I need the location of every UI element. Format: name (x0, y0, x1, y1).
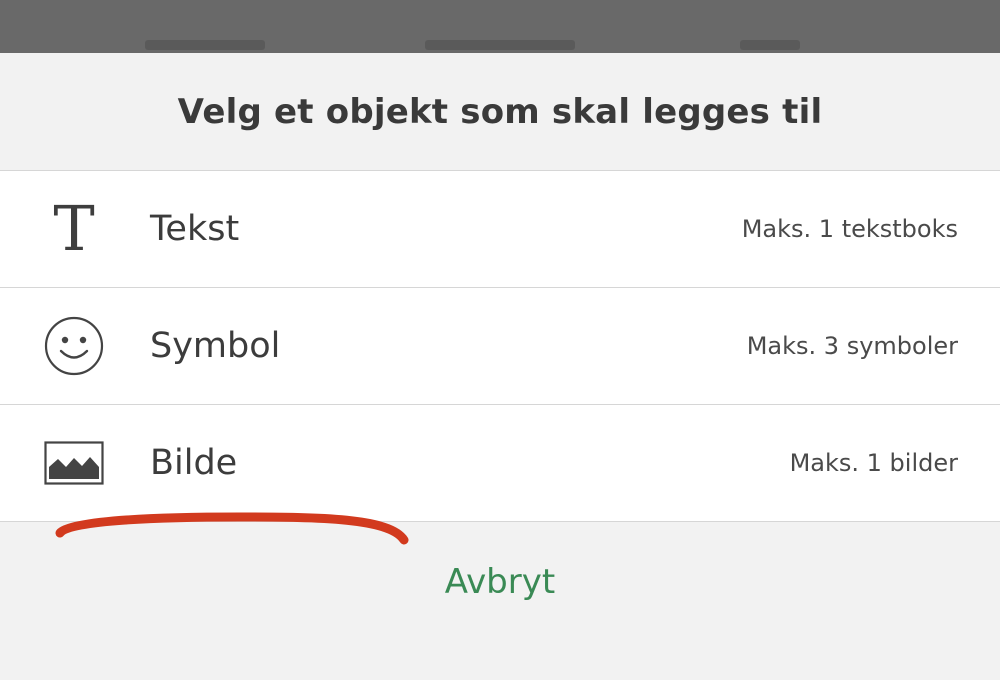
background-tab-blur (740, 40, 800, 50)
cancel-button[interactable]: Avbryt (439, 561, 561, 603)
option-text-label: Tekst (150, 209, 240, 249)
option-list: T Tekst Maks. 1 tekstboks Symbol Maks. 3… (0, 171, 1000, 522)
background-tab-blur (145, 40, 265, 50)
option-image-limit: Maks. 1 bilder (789, 449, 958, 477)
option-symbol[interactable]: Symbol Maks. 3 symboler (0, 288, 1000, 405)
cancel-area: Avbryt (0, 522, 1000, 642)
option-text[interactable]: T Tekst Maks. 1 tekstboks (0, 171, 1000, 288)
background-tab-blur (425, 40, 575, 50)
option-symbol-limit: Maks. 3 symboler (746, 332, 958, 360)
option-symbol-label: Symbol (150, 326, 281, 366)
smiley-icon (44, 316, 104, 376)
option-text-limit: Maks. 1 tekstboks (741, 215, 958, 243)
option-image-label: Bilde (150, 443, 238, 483)
sheet-header: Velg et objekt som skal legges til (0, 53, 1000, 171)
sheet-title: Velg et objekt som skal legges til (177, 91, 823, 132)
text-icon: T (53, 192, 95, 265)
add-object-action-sheet: Velg et objekt som skal legges til T Tek… (0, 53, 1000, 680)
option-image[interactable]: Bilde Maks. 1 bilder (0, 405, 1000, 522)
dimmed-background (0, 0, 1000, 56)
image-icon (44, 433, 104, 493)
